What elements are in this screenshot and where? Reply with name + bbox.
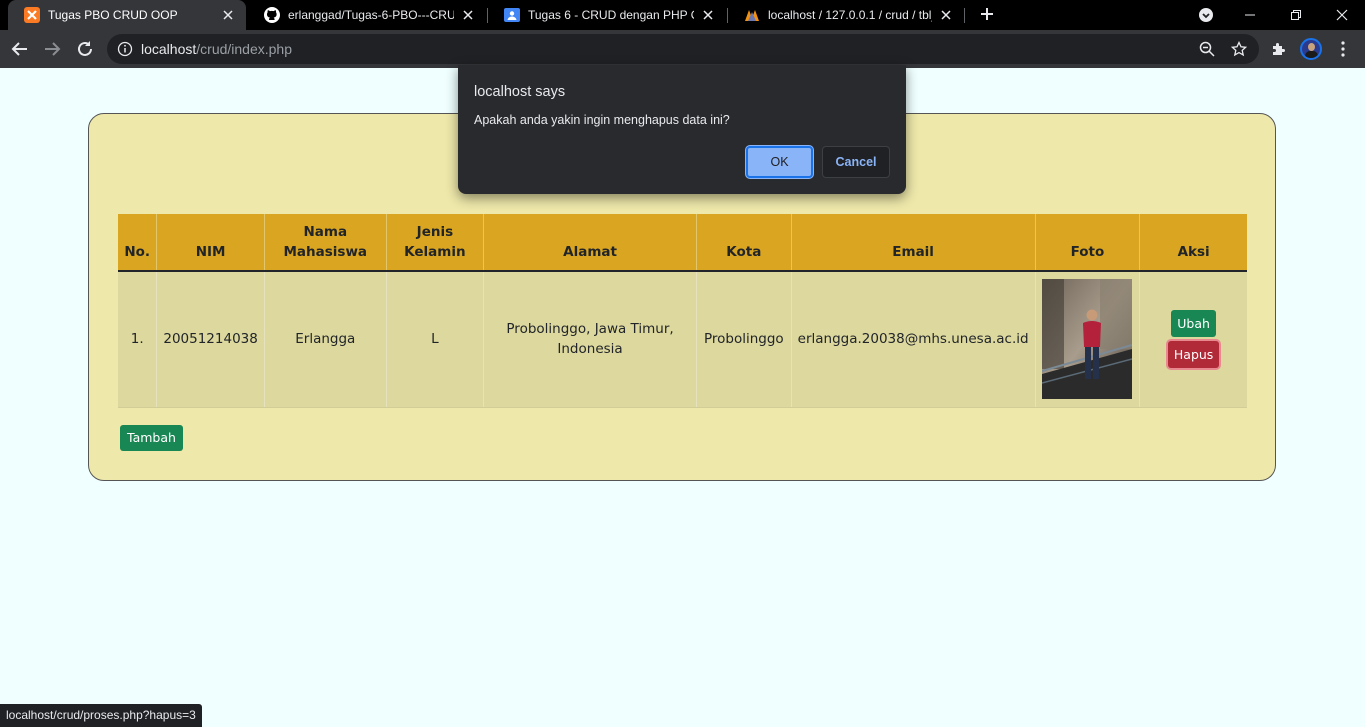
header-jenis-kelamin: Jenis Kelamin [385,214,484,272]
header-email: Email [790,214,1036,272]
cell-jenis-kelamin: L [385,271,484,408]
mahasiswa-table: No. NIM Nama Mahasiswa Jenis Kelamin Ala… [118,214,1247,408]
cell-aksi: Ubah Hapus [1139,271,1247,408]
reload-button[interactable] [71,35,99,63]
header-alamat: Alamat [483,214,697,272]
table-row: 1. 20051214038 Erlangga L Probolinggo, J… [118,271,1247,408]
aksi-buttons: Ubah Hapus [1146,310,1241,369]
tab-title: Tugas PBO CRUD OOP [48,8,178,22]
tab-phpmyadmin[interactable]: localhost / 127.0.0.1 / crud / tbl_m [728,0,964,30]
menu-kebab-icon[interactable] [1333,39,1353,59]
header-no: No. [118,214,157,272]
header-kota: Kota [696,214,792,272]
tab-divider [964,8,965,23]
tab-title: localhost / 127.0.0.1 / crud / tbl_m [768,8,932,22]
info-icon[interactable] [117,41,133,62]
url-host: localhost [141,41,197,57]
cell-nim: 20051214038 [156,271,265,408]
tab-title: Tugas 6 - CRUD dengan PHP OOP [528,8,694,22]
classroom-icon [504,7,520,23]
minimize-button[interactable] [1227,0,1273,30]
cancel-button[interactable]: Cancel [822,146,890,178]
tambah-button[interactable]: Tambah [120,425,183,451]
phpmyadmin-icon [744,7,760,23]
avatar-body [1305,51,1318,58]
zoom-icon[interactable] [1197,39,1217,59]
address-bar[interactable]: localhost/crud/index.php [107,34,1259,64]
avatar-face [1308,43,1315,51]
back-button[interactable] [6,35,34,63]
arrow-left-icon [11,42,27,56]
minimize-icon [1245,14,1255,16]
dialog-message: Apakah anda yakin ingin menghapus data i… [474,113,730,127]
header-foto: Foto [1034,214,1140,272]
cell-foto [1034,271,1140,408]
url-text: localhost/crud/index.php [141,41,292,57]
github-icon [264,7,280,23]
header-nama: Nama Mahasiswa [263,214,387,272]
alamat-text: Probolinggo, Jawa Timur, Indonesia [506,321,674,358]
cell-alamat: Probolinggo, Jawa Timur, Indonesia [483,271,697,408]
confirm-dialog: localhost says Apakah anda yakin ingin m… [458,65,906,194]
close-icon [1336,9,1348,21]
tab-title: erlanggad/Tugas-6-PBO---CRUD [288,8,454,22]
browser-toolbar: localhost/crud/index.php [0,30,1365,68]
close-tab-icon[interactable] [220,7,236,23]
cell-email: erlangga.20038@mhs.unesa.ac.id [790,271,1036,408]
close-tab-icon[interactable] [938,7,954,23]
tab-strip: Tugas PBO CRUD OOP erlanggad/Tugas-6-PBO… [0,0,1365,30]
ok-button[interactable]: OK [746,146,813,178]
url-path: /crud/index.php [196,41,292,57]
tab-classroom[interactable]: Tugas 6 - CRUD dengan PHP OOP [488,0,726,30]
new-tab-button[interactable] [976,3,998,25]
cell-no: 1. [118,271,157,408]
header-nim: NIM [156,214,265,272]
tab-github[interactable]: erlanggad/Tugas-6-PBO---CRUD [248,0,486,30]
cell-nama: Erlangga [263,271,387,408]
profile-avatar[interactable] [1300,38,1322,60]
bookmark-star-icon[interactable] [1229,39,1249,59]
table-header-row: No. NIM Nama Mahasiswa Jenis Kelamin Ala… [118,214,1247,272]
arrow-right-icon [45,42,61,56]
student-photo [1042,279,1133,400]
xampp-icon [24,7,40,23]
forward-button[interactable] [38,35,66,63]
reload-icon [78,41,92,56]
close-tab-icon[interactable] [460,7,476,23]
dialog-title: localhost says [474,84,566,100]
close-tab-icon[interactable] [700,7,716,23]
tab-search-button[interactable] [1183,0,1229,30]
restore-icon [1291,10,1301,20]
status-bar-url: localhost/crud/proses.php?hapus=3 [0,704,202,727]
header-aksi: Aksi [1139,214,1247,272]
ubah-button[interactable]: Ubah [1171,310,1216,338]
cell-kota: Probolinggo [696,271,792,408]
restore-button[interactable] [1273,0,1319,30]
chevron-down-icon [1199,8,1213,22]
extensions-icon[interactable] [1268,39,1288,59]
close-window-button[interactable] [1319,0,1365,30]
plus-icon [981,8,993,20]
tab-tugas-pbo[interactable]: Tugas PBO CRUD OOP [8,0,246,30]
hapus-button[interactable]: Hapus [1167,341,1220,369]
